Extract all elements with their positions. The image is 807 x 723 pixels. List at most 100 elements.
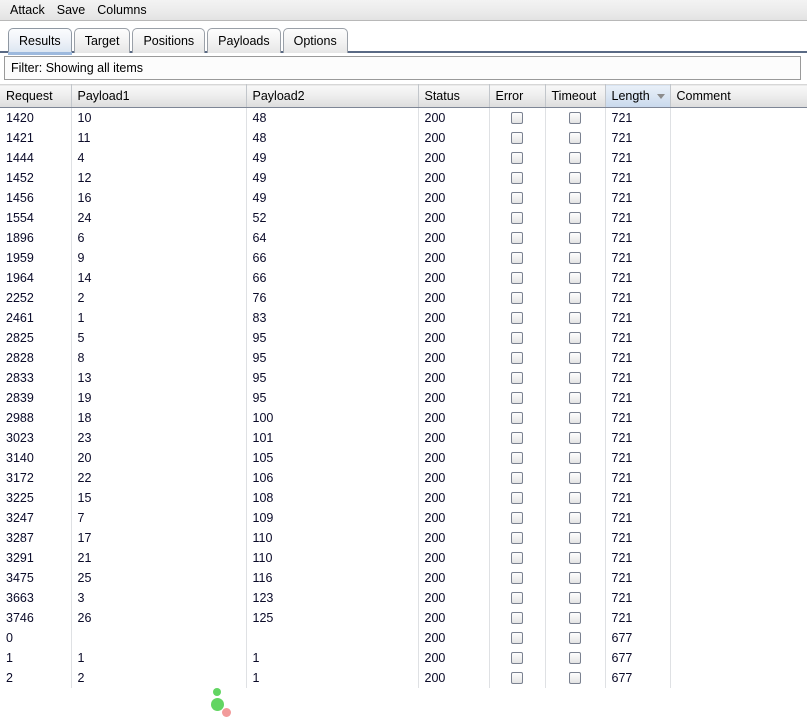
timeout-checkbox[interactable] [569,172,581,185]
error-checkbox[interactable] [511,432,523,445]
error-checkbox[interactable] [511,472,523,485]
table-row[interactable]: 1959 9 66 200 721 [0,247,807,268]
error-checkbox[interactable] [511,232,523,245]
error-checkbox[interactable] [511,612,523,625]
table-row[interactable]: 2839 19 95 200 721 [0,387,807,408]
timeout-checkbox[interactable] [569,412,581,425]
column-header-payload2[interactable]: Payload2 [246,84,419,108]
column-header-comment[interactable]: Comment [670,84,807,108]
error-checkbox[interactable] [511,172,523,185]
table-row[interactable]: 2252 2 76 200 721 [0,287,807,308]
table-row[interactable]: 3475 25 116 200 721 [0,567,807,588]
table-row[interactable]: 1554 24 52 200 721 [0,207,807,228]
table-row[interactable]: 1444 4 49 200 721 [0,147,807,168]
table-row[interactable]: 2833 13 95 200 721 [0,367,807,388]
timeout-checkbox[interactable] [569,572,581,585]
error-checkbox[interactable] [511,272,523,285]
error-checkbox[interactable] [511,652,523,665]
tab-payloads[interactable]: Payloads [207,28,281,53]
error-checkbox[interactable] [511,632,523,645]
table-row[interactable]: 1 1 1 200 677 [0,647,807,668]
table-row[interactable]: 3663 3 123 200 721 [0,587,807,608]
timeout-checkbox[interactable] [569,252,581,265]
filter-bar[interactable]: Filter: Showing all items [4,56,801,80]
timeout-checkbox[interactable] [569,272,581,285]
timeout-checkbox[interactable] [569,312,581,325]
table-row[interactable]: 1456 16 49 200 721 [0,187,807,208]
timeout-checkbox[interactable] [569,372,581,385]
column-header-request[interactable]: Request [0,84,72,108]
timeout-checkbox[interactable] [569,472,581,485]
table-row[interactable]: 2461 1 83 200 721 [0,307,807,328]
table-row[interactable]: 1420 10 48 200 721 [0,107,807,128]
table-row[interactable]: 2828 8 95 200 721 [0,347,807,368]
tab-results[interactable]: Results [8,28,72,55]
error-checkbox[interactable] [511,292,523,305]
table-row[interactable]: 1964 14 66 200 721 [0,267,807,288]
table-row[interactable]: 3140 20 105 200 721 [0,447,807,468]
error-checkbox[interactable] [511,152,523,165]
timeout-checkbox[interactable] [569,332,581,345]
error-checkbox[interactable] [511,312,523,325]
error-checkbox[interactable] [511,372,523,385]
timeout-checkbox[interactable] [569,212,581,225]
error-checkbox[interactable] [511,592,523,605]
table-row[interactable]: 0 200 677 [0,627,807,648]
timeout-checkbox[interactable] [569,432,581,445]
menu-item-attack[interactable]: Attack [4,1,51,20]
timeout-checkbox[interactable] [569,552,581,565]
error-checkbox[interactable] [511,352,523,365]
timeout-checkbox[interactable] [569,652,581,665]
timeout-checkbox[interactable] [569,292,581,305]
error-checkbox[interactable] [511,452,523,465]
table-row[interactable]: 3225 15 108 200 721 [0,487,807,508]
timeout-checkbox[interactable] [569,672,581,685]
error-checkbox[interactable] [511,252,523,265]
timeout-checkbox[interactable] [569,192,581,205]
column-header-status[interactable]: Status [418,84,490,108]
error-checkbox[interactable] [511,492,523,505]
menu-item-save[interactable]: Save [51,1,92,20]
timeout-checkbox[interactable] [569,132,581,145]
table-row[interactable]: 2988 18 100 200 721 [0,407,807,428]
timeout-checkbox[interactable] [569,152,581,165]
tab-options[interactable]: Options [282,28,348,53]
table-row[interactable]: 3287 17 110 200 721 [0,527,807,548]
error-checkbox[interactable] [511,212,523,225]
table-row[interactable]: 3247 7 109 200 721 [0,507,807,528]
timeout-checkbox[interactable] [569,532,581,545]
column-header-error[interactable]: Error [489,84,546,108]
tab-positions[interactable]: Positions [132,28,206,53]
error-checkbox[interactable] [511,512,523,525]
column-header-length[interactable]: Length [605,84,671,108]
error-checkbox[interactable] [511,412,523,425]
timeout-checkbox[interactable] [569,452,581,465]
table-row[interactable]: 1896 6 64 200 721 [0,227,807,248]
timeout-checkbox[interactable] [569,612,581,625]
menu-item-columns[interactable]: Columns [91,1,152,20]
timeout-checkbox[interactable] [569,232,581,245]
timeout-checkbox[interactable] [569,592,581,605]
table-row[interactable]: 3291 21 110 200 721 [0,547,807,568]
column-header-payload1[interactable]: Payload1 [71,84,247,108]
timeout-checkbox[interactable] [569,632,581,645]
error-checkbox[interactable] [511,552,523,565]
table-row[interactable]: 3023 23 101 200 721 [0,427,807,448]
tab-target[interactable]: Target [73,28,131,53]
error-checkbox[interactable] [511,132,523,145]
timeout-checkbox[interactable] [569,512,581,525]
error-checkbox[interactable] [511,392,523,405]
error-checkbox[interactable] [511,532,523,545]
error-checkbox[interactable] [511,112,523,125]
table-row[interactable]: 1421 11 48 200 721 [0,127,807,148]
error-checkbox[interactable] [511,572,523,585]
error-checkbox[interactable] [511,672,523,685]
table-row[interactable]: 1452 12 49 200 721 [0,167,807,188]
column-header-timeout[interactable]: Timeout [545,84,606,108]
table-row[interactable]: 3172 22 106 200 721 [0,467,807,488]
timeout-checkbox[interactable] [569,492,581,505]
timeout-checkbox[interactable] [569,392,581,405]
error-checkbox[interactable] [511,332,523,345]
error-checkbox[interactable] [511,192,523,205]
timeout-checkbox[interactable] [569,352,581,365]
